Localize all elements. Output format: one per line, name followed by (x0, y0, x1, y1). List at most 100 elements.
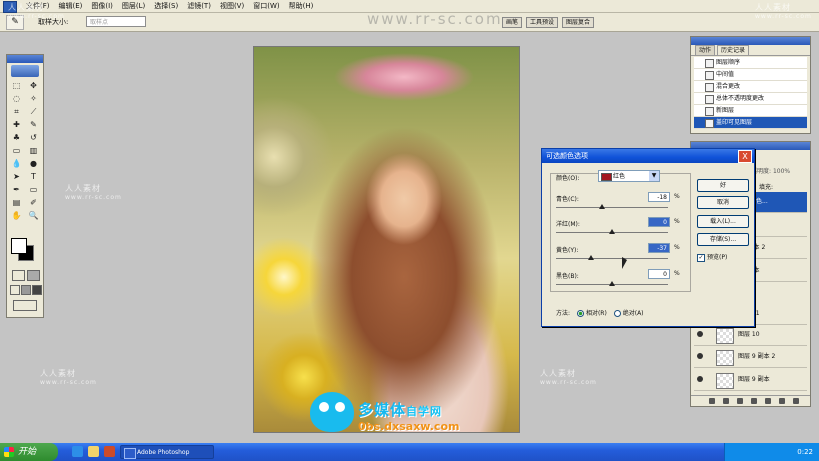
new-group-icon[interactable] (751, 398, 757, 404)
layer-row[interactable]: 图层 10 (694, 325, 807, 346)
toolbox-titlebar[interactable] (7, 55, 43, 63)
magenta-input[interactable]: 0 (648, 217, 670, 227)
layer-thumbnail (716, 373, 734, 389)
path-selection-tool-icon[interactable]: ➤ (10, 171, 23, 182)
show-desktop-icon[interactable] (88, 446, 99, 457)
start-button[interactable]: 开始 (0, 443, 58, 461)
clone-stamp-tool-icon[interactable]: ♣ (10, 132, 23, 143)
hand-tool-icon[interactable]: ✋ (10, 210, 23, 221)
standard-mode-icon[interactable] (12, 270, 25, 281)
save-button[interactable]: 存储(S)... (697, 233, 749, 246)
crop-tool-icon[interactable]: ⌗ (10, 106, 23, 117)
cyan-slider-track[interactable] (556, 207, 668, 208)
clock[interactable]: 0:22 (797, 448, 813, 456)
quick-mask-icon[interactable] (27, 270, 40, 281)
eyedropper-tool-icon[interactable]: ✐ (27, 197, 40, 208)
cyan-input[interactable]: -18 (648, 192, 670, 202)
layer-thumbnail (716, 350, 734, 366)
opacity-value[interactable]: 100% (773, 168, 790, 175)
type-tool-icon[interactable]: T (27, 171, 40, 182)
menu-view[interactable]: 视图(V) (220, 1, 244, 11)
opacity-control: 透明度: 100% (751, 166, 790, 175)
absolute-radio[interactable] (613, 310, 621, 317)
tab-actions[interactable]: 动作 (695, 45, 716, 55)
document-canvas[interactable] (253, 46, 520, 433)
history-item[interactable]: 新图层 (694, 105, 807, 117)
tab-layer-comps[interactable]: 图层复合 (562, 17, 595, 28)
tab-history[interactable]: 历史记录 (717, 45, 750, 55)
foreground-color-swatch[interactable] (11, 238, 27, 254)
eye-icon[interactable] (697, 353, 703, 359)
black-input[interactable]: 0 (648, 269, 670, 279)
chevron-down-icon[interactable]: ▼ (649, 171, 659, 181)
slice-tool-icon[interactable]: ⟋ (27, 106, 40, 117)
eye-icon[interactable] (697, 331, 703, 337)
layer-style-icon[interactable] (723, 398, 729, 404)
lasso-tool-icon[interactable]: ◌ (10, 93, 23, 104)
yellow-slider-thumb[interactable] (587, 255, 594, 260)
screen-mode-standard-icon[interactable] (10, 285, 20, 295)
eye-icon[interactable] (697, 376, 703, 382)
layer-row[interactable]: 图层 9 副本 2 (694, 347, 807, 368)
sample-size-select[interactable]: 取样点 (86, 16, 146, 27)
screen-mode-full-menu-icon[interactable] (21, 285, 31, 295)
notes-tool-icon[interactable]: ▤ (10, 197, 23, 208)
pen-tool-icon[interactable]: ✒ (10, 184, 23, 195)
new-layer-icon[interactable] (779, 398, 785, 404)
tab-tool-presets[interactable]: 工具预设 (526, 17, 559, 28)
menu-help[interactable]: 帮助(H) (289, 1, 314, 11)
history-item[interactable]: 总体不透明度更改 (694, 93, 807, 105)
menu-image[interactable]: 图像(I) (91, 1, 113, 11)
magic-wand-tool-icon[interactable]: ✧ (27, 93, 40, 104)
marquee-tool-icon[interactable]: ⬚ (10, 80, 23, 91)
yellow-slider-track[interactable] (556, 258, 668, 259)
close-icon[interactable]: X (738, 150, 752, 163)
magenta-slider-thumb[interactable] (609, 229, 615, 234)
link-layers-icon[interactable] (709, 398, 715, 404)
shape-tool-icon[interactable]: ▭ (27, 184, 40, 195)
history-item[interactable]: 图层顺序 (694, 57, 807, 69)
adjustment-layer-icon[interactable] (765, 398, 771, 404)
screen-mode-full-icon[interactable] (32, 285, 42, 295)
healing-brush-tool-icon[interactable]: ✚ (10, 119, 23, 130)
black-slider-thumb[interactable] (609, 281, 615, 286)
windows-flag-icon (4, 447, 14, 457)
menu-select[interactable]: 选择(S) (154, 1, 178, 11)
layer-mask-icon[interactable] (737, 398, 743, 404)
zoom-tool-icon[interactable]: 🔍 (27, 210, 40, 221)
brush-tool-icon[interactable]: ✎ (27, 119, 40, 130)
taskbar-app-photoshop[interactable]: Adobe Photoshop (120, 445, 214, 459)
cyan-slider-thumb[interactable] (598, 204, 605, 209)
history-brush-tool-icon[interactable]: ↺ (27, 132, 40, 143)
colors-select[interactable]: 红色 ▼ (598, 170, 660, 182)
cancel-button[interactable]: 取消 (697, 196, 749, 209)
ok-button[interactable]: 好 (697, 179, 749, 192)
move-tool-icon[interactable]: ✥ (27, 80, 40, 91)
history-state-icon (705, 119, 714, 128)
relative-radio[interactable] (576, 310, 584, 317)
trash-icon[interactable] (793, 398, 799, 404)
yellow-input[interactable]: -37 (648, 243, 670, 253)
load-button[interactable]: 载入(L)... (697, 215, 749, 228)
history-item-selected[interactable]: 盖印可见图层 (694, 117, 807, 129)
layer-row[interactable]: 图层 9 副本 (694, 370, 807, 391)
menu-filter[interactable]: 滤镜(T) (187, 1, 211, 11)
menu-window[interactable]: 窗口(W) (253, 1, 279, 11)
gradient-tool-icon[interactable]: ▥ (27, 145, 40, 156)
ie-icon[interactable] (72, 446, 83, 457)
history-panel-titlebar[interactable] (691, 37, 810, 45)
dodge-tool-icon[interactable]: ● (27, 158, 40, 169)
history-list: 图层顺序 中间值 混合更改 总体不透明度更改 新图层 盖印可见图层 (694, 57, 807, 129)
history-item[interactable]: 混合更改 (694, 81, 807, 93)
jump-to-imageready-icon[interactable] (13, 300, 37, 311)
media-player-icon[interactable] (104, 446, 115, 457)
yellow-slider-row: 黄色(Y): -37 % (556, 243, 686, 265)
tab-brushes[interactable]: 画笔 (502, 17, 523, 28)
preview-checkbox[interactable]: ✓ 预览(P) (697, 252, 727, 262)
dialog-titlebar[interactable]: 可选颜色选项 X (542, 149, 754, 163)
blur-tool-icon[interactable]: 💧 (10, 158, 23, 169)
menu-layer[interactable]: 图层(L) (122, 1, 145, 11)
history-item[interactable]: 中间值 (694, 69, 807, 81)
photoshop-feather-icon[interactable] (11, 65, 39, 77)
eraser-tool-icon[interactable]: ▭ (10, 145, 23, 156)
